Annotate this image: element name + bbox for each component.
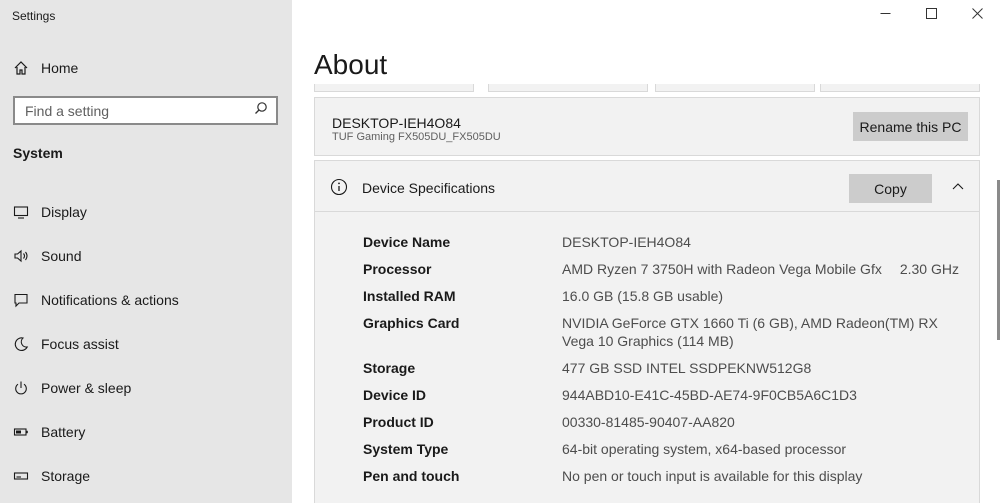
tile-strip bbox=[314, 84, 980, 92]
spec-value: 477 GB SSD INTEL SSDPEKNW512G8 bbox=[562, 360, 812, 376]
spec-value: AMD Ryzen 7 3750H with Radeon Vega Mobil… bbox=[562, 261, 882, 277]
device-specifications-title: Device Specifications bbox=[362, 180, 496, 196]
spec-row-product-id: Product ID 00330-81485-90407-AA820 bbox=[363, 413, 973, 431]
spec-rows: Device Name DESKTOP-IEH4O84 Processor AM… bbox=[363, 233, 973, 494]
spec-key: Processor bbox=[363, 261, 432, 277]
tile[interactable] bbox=[488, 84, 648, 92]
spec-value-speed: 2.30 GHz bbox=[899, 261, 959, 277]
minimize-icon bbox=[880, 6, 891, 24]
pc-name: DESKTOP-IEH4O84 bbox=[332, 115, 461, 131]
spec-key: Installed RAM bbox=[363, 288, 456, 304]
page-title: About bbox=[314, 49, 388, 80]
home-icon bbox=[12, 59, 30, 77]
power-icon bbox=[12, 379, 30, 397]
sidebar-item-sound[interactable]: Sound bbox=[0, 234, 292, 278]
tile[interactable] bbox=[655, 84, 815, 92]
chevron-up-icon[interactable] bbox=[951, 179, 965, 193]
close-button[interactable] bbox=[954, 0, 1000, 30]
nav-list: Display Sound Notifications & actions Fo… bbox=[0, 190, 292, 498]
spec-row-device-id: Device ID 944ABD10-E41C-45BD-AE74-9F0CB5… bbox=[363, 386, 973, 404]
sidebar-item-label: Power & sleep bbox=[41, 380, 132, 396]
spec-value: 64-bit operating system, x64-based proce… bbox=[562, 441, 847, 457]
pc-name-card: DESKTOP-IEH4O84 TUF Gaming FX505DU_FX505… bbox=[314, 97, 980, 156]
spec-value: DESKTOP-IEH4O84 bbox=[562, 234, 691, 250]
search-icon[interactable] bbox=[254, 101, 268, 120]
spec-key: Pen and touch bbox=[363, 468, 460, 484]
maximize-button[interactable] bbox=[908, 0, 954, 30]
tile[interactable] bbox=[314, 84, 474, 92]
sidebar-item-power-sleep[interactable]: Power & sleep bbox=[0, 366, 292, 410]
copy-button[interactable]: Copy bbox=[849, 174, 932, 203]
tile[interactable] bbox=[820, 84, 980, 92]
sidebar-item-notifications[interactable]: Notifications & actions bbox=[0, 278, 292, 322]
info-icon bbox=[330, 178, 348, 196]
spec-key: Storage bbox=[363, 360, 416, 376]
sidebar-item-display[interactable]: Display bbox=[0, 190, 292, 234]
display-icon bbox=[12, 203, 30, 221]
pc-model: TUF Gaming FX505DU_FX505DU bbox=[332, 131, 501, 143]
spec-row-processor: Processor AMD Ryzen 7 3750H with Radeon … bbox=[363, 260, 973, 278]
spec-value-container: AMD Ryzen 7 3750H with Radeon Vega Mobil… bbox=[562, 260, 962, 278]
spec-row-graphics-card: Graphics Card NVIDIA GeForce GTX 1660 Ti… bbox=[363, 314, 973, 350]
minimize-button[interactable] bbox=[862, 0, 908, 30]
storage-icon bbox=[12, 467, 30, 485]
sidebar-item-label: Storage bbox=[41, 468, 91, 484]
spec-value: No pen or touch input is available for t… bbox=[562, 468, 863, 484]
device-specifications-header[interactable]: Device Specifications Copy bbox=[315, 161, 979, 212]
close-icon bbox=[971, 6, 983, 24]
spec-row-pen-and-touch: Pen and touch No pen or touch input is a… bbox=[363, 467, 973, 485]
app-title: Settings bbox=[12, 9, 56, 23]
spec-key: System Type bbox=[363, 441, 449, 457]
spec-value: 944ABD10-E41C-45BD-AE74-9F0CB5A6C1D3 bbox=[562, 387, 857, 403]
search-input[interactable] bbox=[25, 102, 245, 119]
sidebar-item-focus-assist[interactable]: Focus assist bbox=[0, 322, 292, 366]
sidebar-item-label: Focus assist bbox=[41, 336, 119, 352]
spec-key: Device ID bbox=[363, 387, 427, 403]
sidebar-item-storage[interactable]: Storage bbox=[0, 454, 292, 498]
spec-key: Product ID bbox=[363, 414, 434, 430]
spec-value: NVIDIA GeForce GTX 1660 Ti (6 GB), AMD R… bbox=[562, 315, 938, 349]
window-controls bbox=[862, 0, 1000, 30]
search-box[interactable] bbox=[13, 96, 278, 125]
nav-home[interactable]: Home bbox=[0, 52, 292, 84]
rename-pc-button[interactable]: Rename this PC bbox=[853, 112, 968, 141]
sound-icon bbox=[12, 247, 30, 265]
spec-value: 00330-81485-90407-AA820 bbox=[562, 414, 735, 430]
spec-row-device-name: Device Name DESKTOP-IEH4O84 bbox=[363, 233, 973, 251]
notifications-icon bbox=[12, 291, 30, 309]
sidebar-item-label: Display bbox=[41, 204, 87, 220]
spec-value: 16.0 GB (15.8 GB usable) bbox=[562, 288, 724, 304]
focus-assist-icon bbox=[12, 335, 30, 353]
sidebar: Settings Home System Display Sound bbox=[0, 0, 292, 503]
sidebar-item-label: Sound bbox=[41, 248, 82, 264]
sidebar-item-label: Notifications & actions bbox=[41, 292, 179, 308]
battery-icon bbox=[12, 423, 30, 441]
spec-row-installed-ram: Installed RAM 16.0 GB (15.8 GB usable) bbox=[363, 287, 973, 305]
sidebar-item-label: Battery bbox=[41, 424, 86, 440]
spec-key: Graphics Card bbox=[363, 315, 460, 331]
maximize-icon bbox=[925, 6, 937, 24]
spec-row-storage: Storage 477 GB SSD INTEL SSDPEKNW512G8 bbox=[363, 359, 973, 377]
section-title: System bbox=[13, 145, 63, 161]
main-content: About DESKTOP-IEH4O84 TUF Gaming FX505DU… bbox=[292, 0, 1000, 503]
nav-home-label: Home bbox=[41, 60, 79, 76]
spec-row-system-type: System Type 64-bit operating system, x64… bbox=[363, 440, 973, 458]
spec-key: Device Name bbox=[363, 234, 451, 250]
device-specifications-card: Device Specifications Copy Device Name D… bbox=[314, 160, 980, 503]
sidebar-item-battery[interactable]: Battery bbox=[0, 410, 292, 454]
